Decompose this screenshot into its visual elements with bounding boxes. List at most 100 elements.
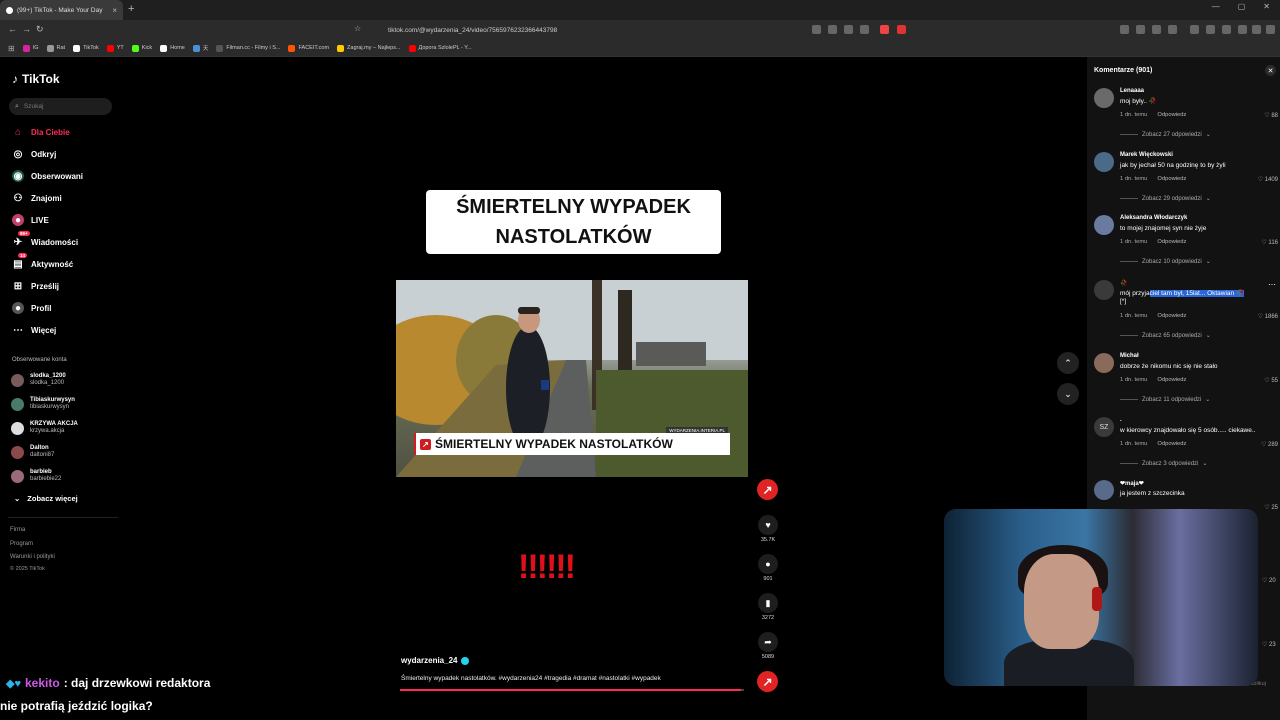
close-tab-icon[interactable]: × — [112, 6, 117, 15]
footer-link[interactable]: Firma — [10, 527, 25, 533]
sound-disc-button[interactable]: ↗ — [757, 671, 778, 692]
followed-account[interactable]: KRZYWA AKCJA krzywa.akcja — [11, 421, 78, 435]
avatar[interactable] — [1094, 353, 1114, 373]
avatar[interactable]: SZ — [1094, 417, 1114, 437]
shield-icon[interactable] — [880, 25, 889, 34]
bookmark-item[interactable]: FACEIT.com — [288, 44, 329, 52]
minimize-icon[interactable]: — — [1212, 2, 1220, 11]
next-video-button[interactable]: ⌄ — [1057, 383, 1079, 405]
sidebar-icon[interactable] — [1206, 25, 1215, 34]
comment-user[interactable]: Aleksandra Włodarczyk — [1120, 215, 1187, 221]
comment-action[interactable]: ● 901 — [758, 554, 778, 582]
close-window-icon[interactable]: ✕ — [1263, 2, 1270, 11]
view-replies[interactable]: Zobacz 29 odpowiedzi ⌄ — [1120, 195, 1211, 202]
nav-item-explore[interactable]: ◎ Odkryj — [12, 148, 57, 160]
bookmark-item[interactable]: IG — [22, 44, 39, 52]
comment-user[interactable]: . — [1120, 417, 1122, 423]
reply-button[interactable]: Odpowiedz — [1157, 176, 1186, 182]
nav-item-upload[interactable]: ⊞ Prześlij — [12, 280, 59, 292]
video-progress-bar[interactable] — [400, 689, 744, 691]
avatar[interactable] — [1094, 215, 1114, 235]
tiktok-logo[interactable]: ♪ TikTok — [12, 72, 60, 86]
extension-icon[interactable] — [1222, 25, 1231, 34]
reply-button[interactable]: Odpowiedz — [1157, 239, 1186, 245]
extension-icon[interactable] — [1152, 25, 1161, 34]
nav-item-for-you[interactable]: ⌂ Dla Ciebie — [12, 126, 70, 138]
extension-icon[interactable] — [1238, 25, 1247, 34]
extension-icon[interactable] — [844, 25, 853, 34]
view-replies[interactable]: Zobacz 27 odpowiedzi ⌄ — [1120, 131, 1211, 138]
comment-like[interactable]: ♡ 23 — [1262, 641, 1276, 648]
more-options-icon[interactable]: ⋯ — [1268, 280, 1276, 289]
search-input[interactable]: ⌕ Szukaj — [9, 98, 112, 115]
avatar[interactable] — [1094, 480, 1114, 500]
forward-icon[interactable]: → — [22, 24, 31, 34]
comment-like[interactable]: ♡ 289 — [1261, 441, 1278, 448]
bookmark-item[interactable]: 天 — [192, 44, 208, 52]
reply-button[interactable]: Odpowiedz — [1157, 313, 1186, 319]
view-replies[interactable]: Zobacz 11 odpowiedzi ⌄ — [1120, 396, 1210, 403]
extension-icon[interactable] — [1168, 25, 1177, 34]
nav-item-profile[interactable]: ● Profil — [12, 302, 51, 314]
view-replies[interactable]: Zobacz 10 odpowiedzi ⌄ — [1120, 258, 1211, 265]
bookmark-item[interactable]: Kick — [131, 44, 152, 52]
view-replies[interactable]: Zobacz 65 odpowiedzi ⌄ — [1120, 332, 1211, 339]
followed-account[interactable]: barbieb barbiebie22 — [11, 469, 61, 483]
nav-item-messages[interactable]: ✈ 99+ Wiadomości — [12, 231, 78, 248]
channel-avatar-button[interactable]: ↗ — [757, 479, 778, 500]
comment-like[interactable]: ♡ 20 — [1262, 577, 1276, 584]
bookmark-item[interactable]: YT — [106, 44, 124, 52]
nav-item-following[interactable]: ◉ Obserwowani — [12, 170, 83, 182]
comment-like[interactable]: ♡ 116 — [1261, 239, 1278, 246]
nav-item-live[interactable]: ● LIVE — [12, 214, 49, 226]
comment-user[interactable]: ❤maja❤ — [1120, 480, 1144, 487]
nav-item-activity[interactable]: ▤ 14 Aktywność — [12, 253, 73, 270]
comment-like[interactable]: ♡ 55 — [1264, 377, 1278, 384]
comment-user[interactable]: Lenaaaa — [1120, 88, 1144, 94]
comment-like[interactable]: ♡ 88 — [1264, 112, 1278, 119]
view-replies[interactable]: Zobacz 3 odpowiedzi ⌄ — [1120, 460, 1207, 467]
comment-like[interactable]: ♡ 25 — [1264, 504, 1278, 511]
followed-account[interactable]: Dalton daltoni87 — [11, 445, 54, 459]
bookmark-item[interactable]: Filman.cc - Filmy i S... — [216, 44, 280, 52]
footer-link[interactable]: Warunki i polityki — [10, 554, 55, 560]
extension-icon[interactable] — [828, 25, 837, 34]
extension-icon[interactable] — [860, 25, 869, 34]
avatar[interactable] — [1094, 280, 1114, 300]
menu-icon[interactable] — [1266, 25, 1275, 34]
bookmark-item[interactable]: Home — [160, 44, 185, 52]
followed-account[interactable]: slodka_1200 slodka_1200 — [11, 373, 66, 387]
bookmark-item[interactable]: TikTok — [73, 44, 99, 52]
reply-button[interactable]: Odpowiedz — [1157, 112, 1186, 118]
browser-tab[interactable]: (99+) TikTok - Make Your Day × — [0, 0, 123, 20]
comment-user[interactable]: Marek Więckowski — [1120, 152, 1173, 158]
avatar[interactable] — [1094, 152, 1114, 172]
comment-user[interactable]: 🥀 — [1120, 280, 1127, 287]
close-icon[interactable]: ✕ — [1265, 65, 1276, 76]
extension-icon[interactable] — [1252, 25, 1261, 34]
reply-button[interactable]: Odpowiedz — [1157, 377, 1186, 383]
extension-icon[interactable] — [897, 25, 906, 34]
nav-item-more[interactable]: ⋯ Więcej — [12, 324, 56, 336]
comment-user[interactable]: Michał — [1120, 353, 1139, 359]
like-action[interactable]: ♥ 35.7K — [758, 515, 778, 543]
new-tab-button[interactable]: + — [128, 3, 134, 15]
comment-like[interactable]: ♡ 1409 — [1258, 176, 1278, 183]
bookmark-item[interactable]: Дорога SzlolePL - Y... — [408, 44, 472, 52]
reload-icon[interactable]: ↻ — [36, 24, 44, 35]
back-icon[interactable]: ← — [8, 24, 17, 34]
extension-icon[interactable] — [812, 25, 821, 34]
comment-like[interactable]: ♡ 1866 — [1258, 313, 1278, 320]
bookmark-item[interactable]: Zagraj.my – Najleps... — [337, 44, 401, 52]
share-action[interactable]: ➦ 5089 — [758, 632, 778, 660]
video-author[interactable]: wydarzenia_24 — [401, 656, 470, 665]
extension-icon[interactable] — [1120, 25, 1129, 34]
apps-grid-icon[interactable]: ⊞ — [8, 44, 15, 53]
video-frame[interactable]: WYDARZENIA.INTERIA.PL ↗ ŚMIERTELNY WYPAD… — [396, 280, 748, 477]
footer-link[interactable]: Program — [10, 541, 33, 547]
extension-icon[interactable] — [1136, 25, 1145, 34]
reply-button[interactable]: Odpowiedz — [1157, 441, 1186, 447]
music-icon[interactable] — [1190, 25, 1199, 34]
avatar[interactable] — [1094, 88, 1114, 108]
save-action[interactable]: ▮ 3272 — [758, 593, 778, 621]
